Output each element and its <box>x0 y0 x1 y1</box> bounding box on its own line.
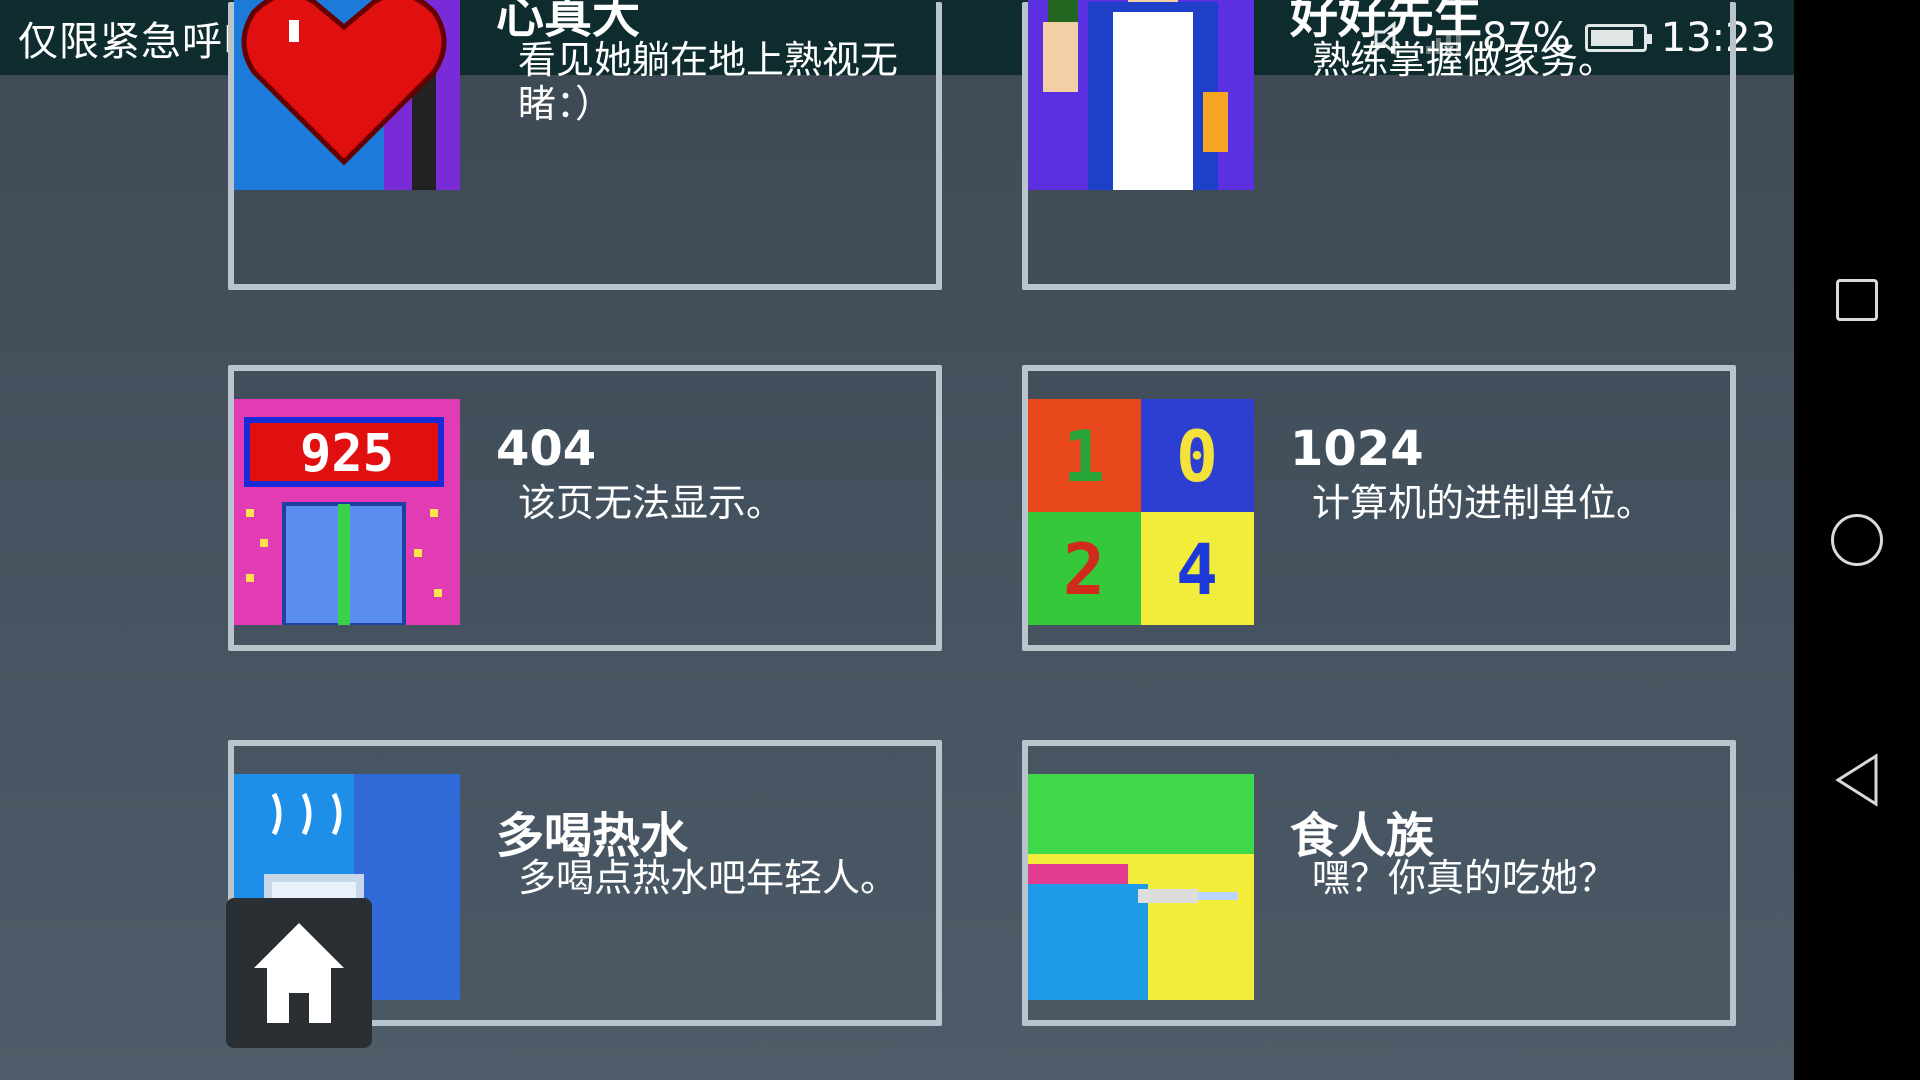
card-title: 404 <box>496 421 597 477</box>
binary-digit: 2 <box>1063 529 1105 611</box>
card-title: 1024 <box>1290 421 1424 477</box>
cannibal-thumbnail <box>1028 774 1254 1000</box>
home-button[interactable] <box>1794 480 1920 600</box>
card-description: 计算机的进制单位。 <box>1312 481 1655 525</box>
card-description: 多喝点热水吧年轻人。 <box>518 856 899 900</box>
gift-counter: 925 <box>300 424 394 484</box>
card-description: 看见她躺在地上熟视无睹：） <box>518 38 899 126</box>
card-description: 熟练掌握做家务。 <box>1312 38 1617 82</box>
home-circle-icon <box>1831 514 1883 566</box>
housekeeper-thumbnail <box>1028 0 1254 190</box>
gift-404-thumbnail: 925 <box>234 399 460 625</box>
recent-apps-icon <box>1836 279 1878 321</box>
recent-apps-button[interactable] <box>1794 240 1920 360</box>
card-description: 嘿？你真的吃她？ <box>1312 856 1617 900</box>
card-description: 该页无法显示。 <box>518 481 785 525</box>
navigation-bar <box>1794 0 1920 1080</box>
home-icon <box>254 923 344 1023</box>
back-icon <box>1835 753 1878 807</box>
achievement-card[interactable]: 心真大 看见她躺在地上熟视无睹：） <box>228 0 942 290</box>
binary-digit: 0 <box>1176 416 1218 498</box>
heart-thumbnail <box>234 0 460 190</box>
achievement-card[interactable]: 好好先生 熟练掌握做家务。 <box>1022 0 1736 290</box>
achievement-card[interactable]: 925 404 该页无法显示。 <box>228 365 942 651</box>
achievement-card[interactable]: 1 0 2 4 1024 计算机的进制单位。 <box>1022 365 1736 651</box>
achievement-card[interactable]: 食人族 嘿？你真的吃她？ <box>1022 740 1736 1026</box>
binary-1024-thumbnail: 1 0 2 4 <box>1028 399 1254 625</box>
back-button[interactable] <box>1794 720 1920 840</box>
floating-home-button[interactable] <box>226 898 372 1048</box>
binary-digit: 1 <box>1063 416 1105 498</box>
binary-digit: 4 <box>1176 529 1218 611</box>
